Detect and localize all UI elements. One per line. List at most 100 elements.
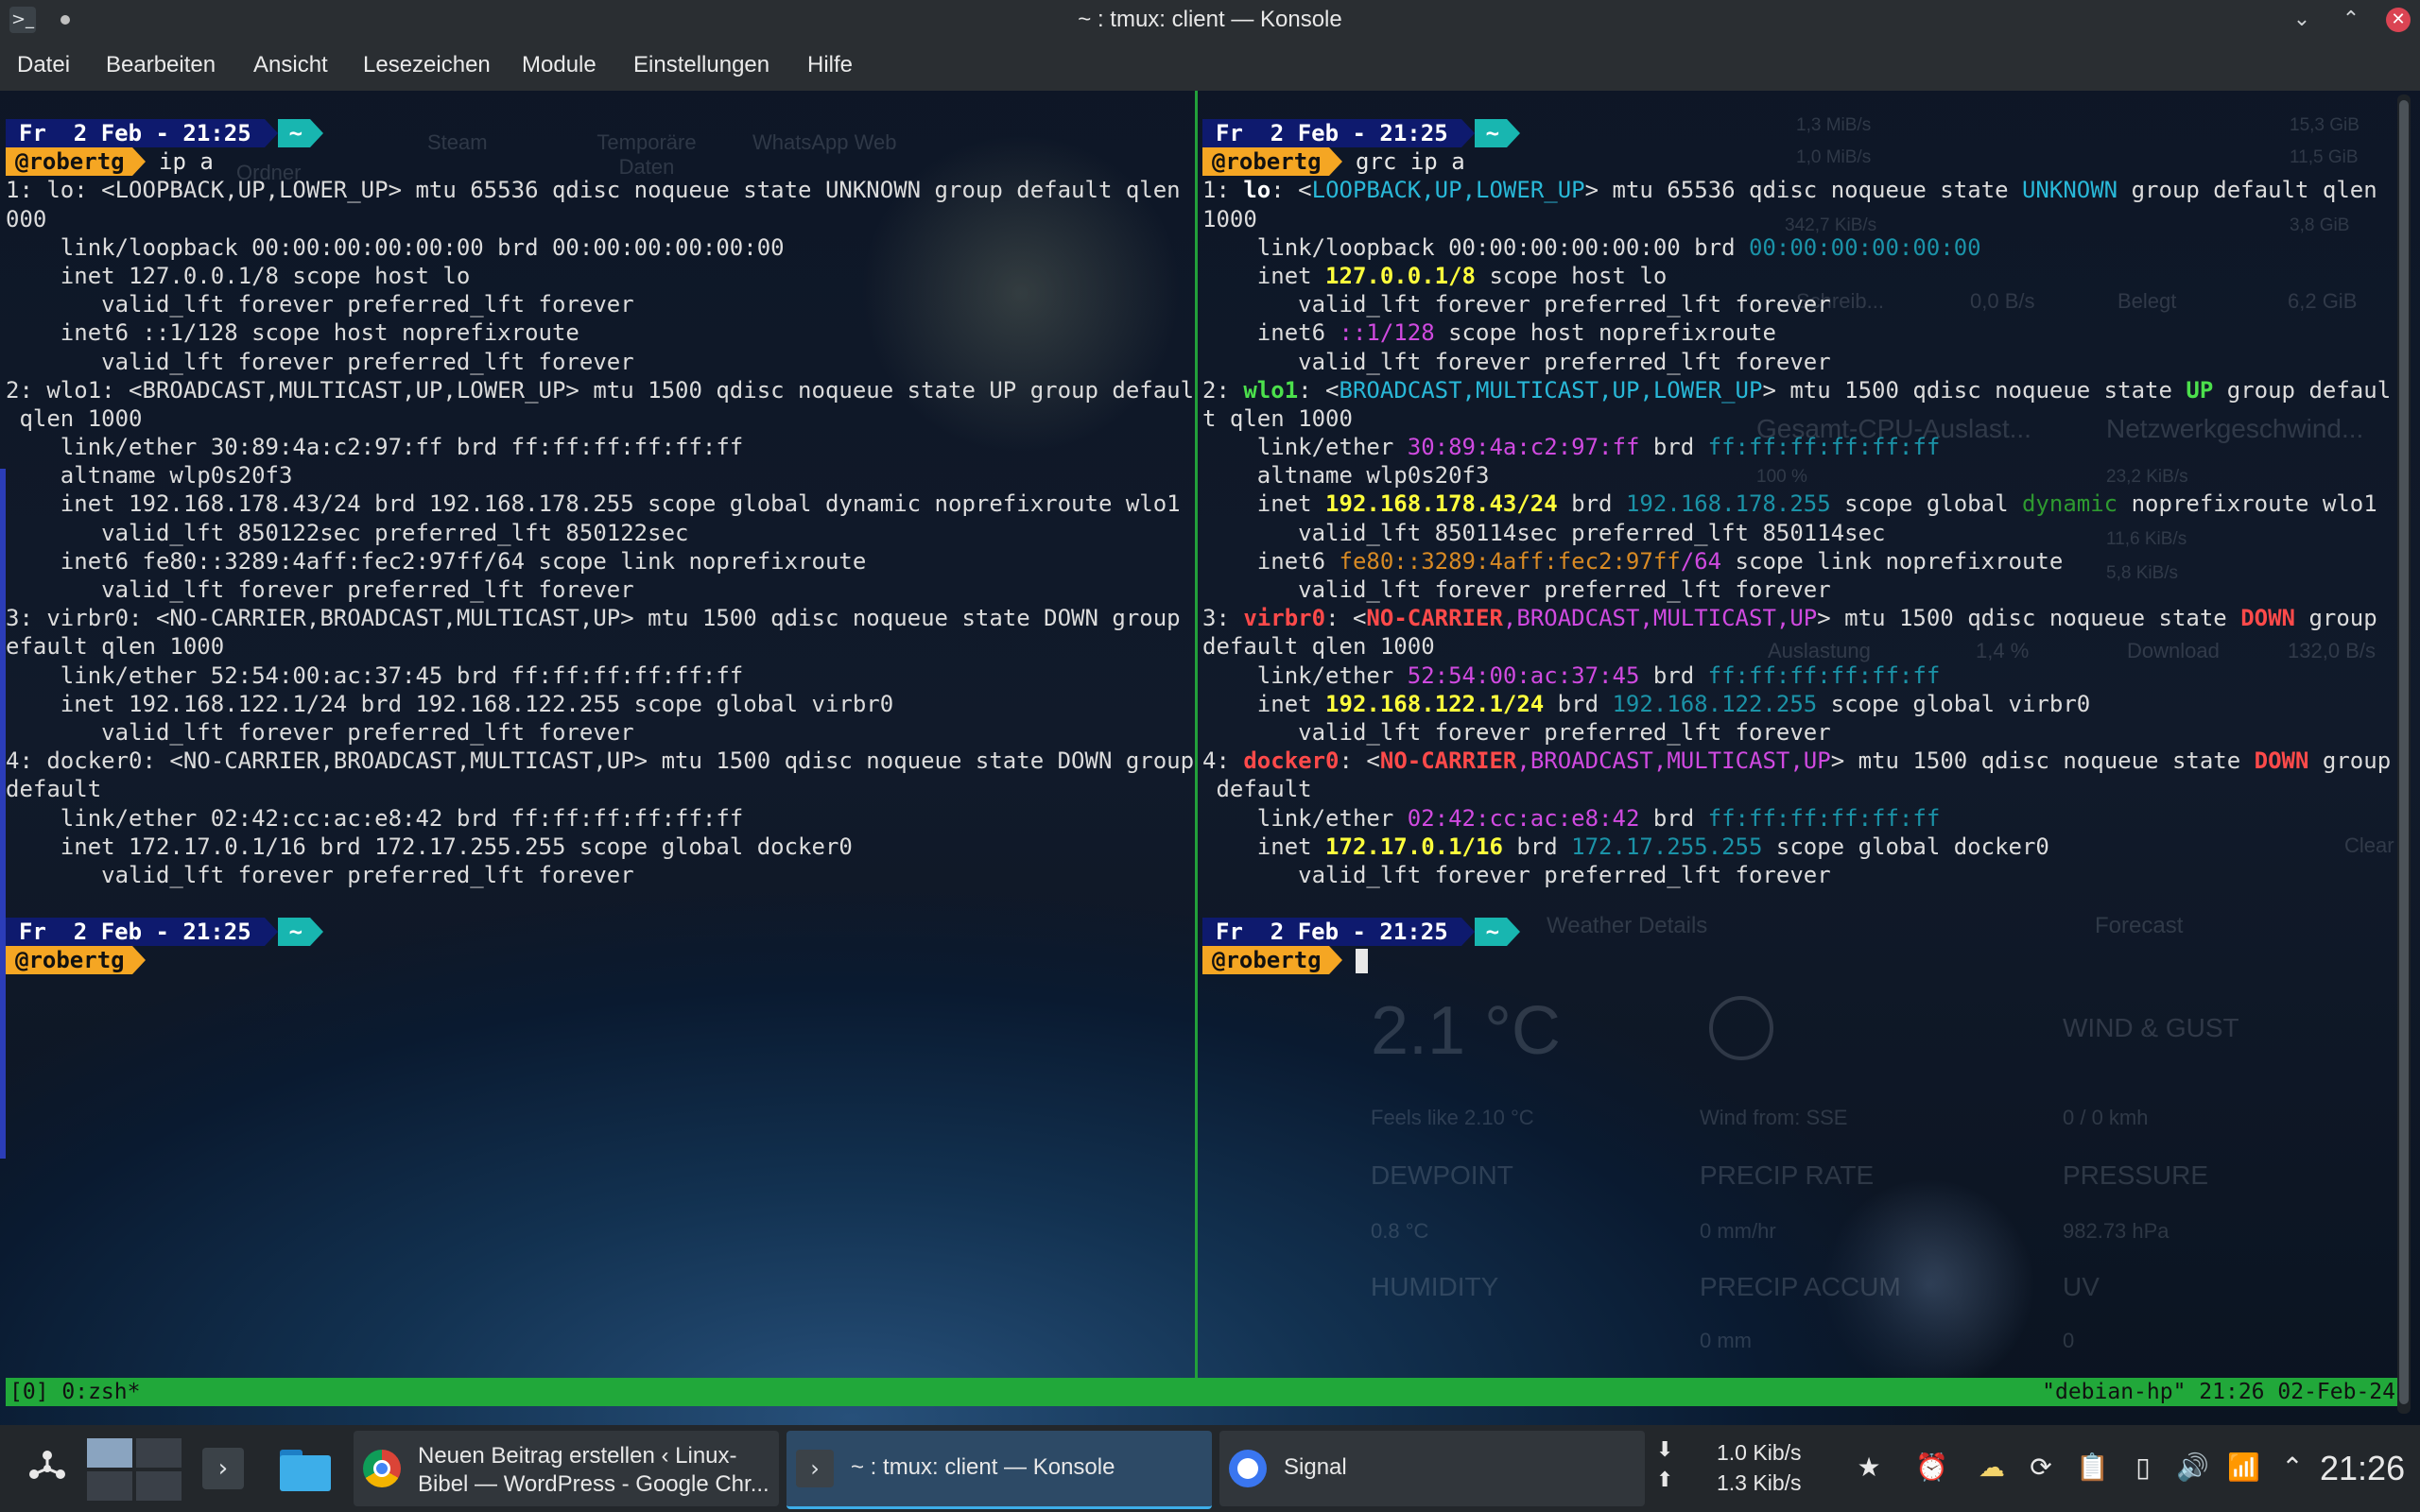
output-segment: 1: <box>1202 177 1244 204</box>
output-segment: > mtu 1500 qdisc noqueue state <box>1762 376 2187 404</box>
output-line: link/ether 02:42:cc:ac:e8:42 brd ff:ff:f… <box>6 804 744 832</box>
output-line: altname wlp0s20f3 <box>6 462 293 490</box>
output-line: valid_lft forever preferred_lft forever <box>6 576 634 603</box>
prompt-status-line: Fr 2 Feb - 21:25 ~ <box>1202 119 2395 147</box>
output-segment: 192.168.122.1/24 <box>1325 690 1545 717</box>
output-segment: UP <box>2186 376 2214 404</box>
output-segment: link/ether <box>1202 434 1408 461</box>
task-label: Neuen Beitrag erstellen ‹ Linux- Bibel —… <box>418 1443 769 1497</box>
output-segment: scope global docker0 <box>1762 833 2049 860</box>
task-chrome[interactable]: Neuen Beitrag erstellen ‹ Linux- Bibel —… <box>354 1431 779 1506</box>
konsole-launcher-icon[interactable]: › <box>202 1448 244 1489</box>
task-konsole[interactable]: › ~ : tmux: client — Konsole <box>786 1431 1212 1509</box>
prompt-user: @robertg <box>1202 946 1329 975</box>
output-segment: ,BROADCAST,MULTICAST,UP <box>1502 605 1818 632</box>
output-segment: lo <box>1243 177 1271 204</box>
prompt-status-line: Fr 2 Feb - 21:25 ~ <box>1202 918 2395 947</box>
output-line: default <box>6 776 102 803</box>
maximize-button[interactable]: ⌃ <box>2337 6 2365 34</box>
output-line: inet6 ::1/128 scope host noprefixroute <box>6 319 579 347</box>
output-segment: inet <box>1202 490 1326 518</box>
close-button[interactable]: ✕ <box>2386 8 2411 32</box>
output-line: 000 <box>6 205 47 232</box>
terminal-scrollbar[interactable] <box>2397 94 2411 1414</box>
output-segment: docker0 <box>1243 747 1340 775</box>
output-segment: valid_lft forever preferred_lft forever <box>1202 291 1831 318</box>
output-line: inet6 fe80::3289:4aff:fec2:97ff/64 scope… <box>1202 547 2395 576</box>
output-segment: 00:00:00:00:00:00 <box>1748 233 1981 261</box>
output-segment: link/ether <box>1202 804 1408 832</box>
prompt-command-line: @robertg ip a <box>6 147 1193 177</box>
volume-icon[interactable]: 🔊 <box>2176 1452 2209 1484</box>
scrollbar-thumb[interactable] <box>2399 100 2409 1404</box>
virtual-desktops-pager[interactable] <box>87 1438 182 1501</box>
prompt-date: Fr 2 Feb - 21:25 <box>6 918 265 947</box>
prompt-user: @robertg <box>6 147 132 177</box>
output-line: link/loopback 00:00:00:00:00:00 brd 00:0… <box>6 233 785 261</box>
tmux-window-list[interactable]: [0] 0:zsh* <box>9 1378 140 1406</box>
output-segment: group <box>2308 747 2392 775</box>
update-icon[interactable]: ⟳ <box>2025 1452 2057 1484</box>
bookmark-star-icon[interactable]: ★ <box>1853 1452 1885 1484</box>
tmux-pane-right[interactable]: Fr 2 Feb - 21:25 ~ @robertg grc ip a 1: l… <box>1202 91 2395 1378</box>
menu-bearbeiten[interactable]: Bearbeiten <box>106 40 216 91</box>
pane-divider[interactable] <box>1195 91 1198 1378</box>
output-line: inet 192.168.122.1/24 brd 192.168.122.25… <box>6 690 894 717</box>
signal-icon <box>1229 1450 1267 1487</box>
app-launcher-icon[interactable] <box>26 1448 68 1489</box>
menu-ansicht[interactable]: Ansicht <box>253 40 328 91</box>
output-line: 3: virbr0: <NO-CARRIER,BROADCAST,MULTICA… <box>1202 604 2395 632</box>
clock[interactable]: 21:26 <box>2320 1446 2405 1491</box>
output-line: 3: virbr0: <NO-CARRIER,BROADCAST,MULTICA… <box>6 605 1193 632</box>
output-segment: 1000 <box>1202 205 1257 232</box>
output-segment: brd <box>1639 434 1708 461</box>
alarm-icon[interactable]: ⏰ <box>1915 1452 1948 1484</box>
output-segment: /128 <box>1379 319 1435 347</box>
output-segment: default <box>1202 776 1312 803</box>
output-segment: > mtu 1500 qdisc noqueue state <box>1830 747 2255 775</box>
output-line: 1: lo: <LOOPBACK,UP,LOWER_UP> mtu 65536 … <box>1202 176 2395 204</box>
output-segment: group <box>2295 605 2377 632</box>
network-speed-widget[interactable]: ⬇ ⬆ 1.0 Kib/s 1.3 Kib/s <box>1656 1436 1807 1503</box>
output-segment: 2: <box>1202 376 1244 404</box>
terminal-area[interactable]: Fr 2 Feb - 21:25 ~ @robertg ip a 1: lo: <… <box>0 91 2399 1418</box>
prompt-dir: ~ <box>1474 918 1508 947</box>
tmux-host-clock: "debian-hp" 21:26 02-Feb-24 <box>2042 1380 2395 1404</box>
tray-expand-icon[interactable]: ⌃ <box>2276 1452 2308 1484</box>
window-titlebar[interactable]: >_ ~ : tmux: client — Konsole ⌄ ⌃ ✕ <box>0 0 2420 40</box>
wifi-icon[interactable]: 📶 <box>2227 1452 2260 1484</box>
output-line: efault qlen 1000 <box>6 633 225 661</box>
menu-hilfe[interactable]: Hilfe <box>807 40 853 91</box>
weather-icon[interactable]: ☁ <box>1976 1452 2008 1484</box>
prompt-dir: ~ <box>277 918 311 947</box>
tmux-pane-left[interactable]: Fr 2 Feb - 21:25 ~ @robertg ip a 1: lo: <… <box>6 91 1193 1378</box>
menu-module[interactable]: Module <box>522 40 596 91</box>
command-text: grc ip a <box>1356 148 1465 176</box>
output-line: link/ether 52:54:00:ac:37:45 brd ff:ff:f… <box>1202 662 2395 690</box>
output-line: link/ether 52:54:00:ac:37:45 brd ff:ff:f… <box>6 662 744 689</box>
output-segment: 4: <box>1202 747 1244 775</box>
output-segment: group default qlen <box>2118 177 2377 204</box>
task-signal[interactable]: Signal <box>1219 1431 1645 1506</box>
command-output: 1: lo: <LOOPBACK,UP,LOWER_UP> mtu 65536 … <box>6 176 1193 889</box>
prompt-command-line: @robertg grc ip a <box>1202 147 2395 177</box>
file-manager-icon[interactable] <box>280 1446 331 1491</box>
output-line: inet6 fe80::3289:4aff:fec2:97ff/64 scope… <box>6 547 867 575</box>
output-segment: valid_lft forever preferred_lft forever <box>1202 718 1831 746</box>
output-line: inet 192.168.178.43/24 brd 192.168.178.2… <box>6 490 1181 518</box>
output-line: valid_lft forever preferred_lft forever <box>1202 290 2395 318</box>
menu-datei[interactable]: Datei <box>17 40 70 91</box>
output-segment: link/ether <box>1202 662 1408 689</box>
battery-icon[interactable]: ▯ <box>2127 1452 2159 1484</box>
clipboard-icon[interactable]: 📋 <box>2076 1452 2109 1484</box>
output-segment: 02:42:cc:ac:e8:42 <box>1407 804 1640 832</box>
output-segment: ::1 <box>1339 319 1380 347</box>
output-segment: UNKNOWN <box>2021 177 2118 204</box>
minimize-button[interactable]: ⌄ <box>2288 6 2316 34</box>
tmux-status-bar: [0] 0:zsh* "debian-hp" 21:26 02-Feb-24 <box>6 1378 2399 1406</box>
menu-einstellungen[interactable]: Einstellungen <box>633 40 769 91</box>
prompt-user: @robertg <box>1202 147 1329 177</box>
output-line: valid_lft forever preferred_lft forever <box>6 861 634 888</box>
menu-lesezeichen[interactable]: Lesezeichen <box>363 40 491 91</box>
output-segment: brd <box>1544 690 1613 717</box>
